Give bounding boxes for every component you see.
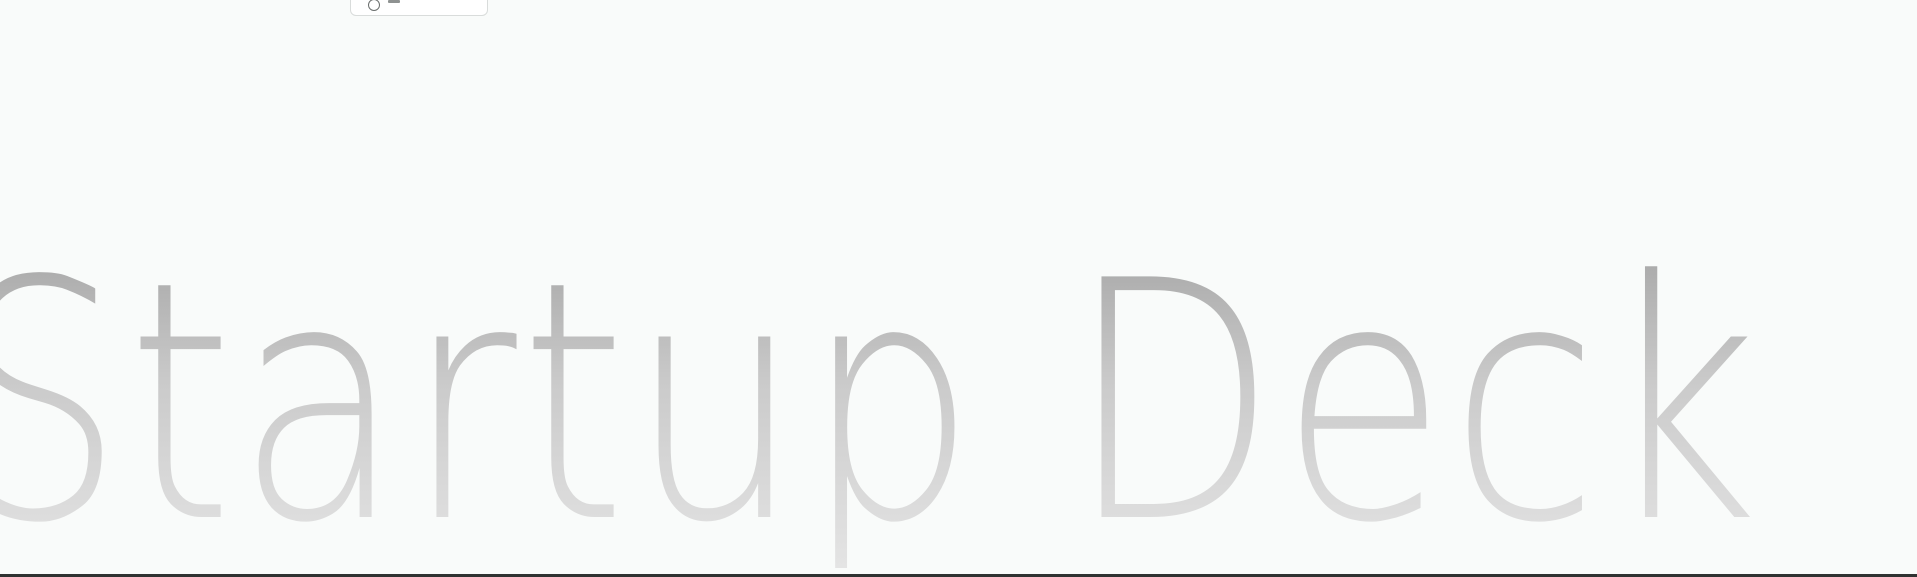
hero-title: Startup Deck [0, 238, 1762, 568]
hero-section: Startup Deck [0, 0, 1917, 574]
